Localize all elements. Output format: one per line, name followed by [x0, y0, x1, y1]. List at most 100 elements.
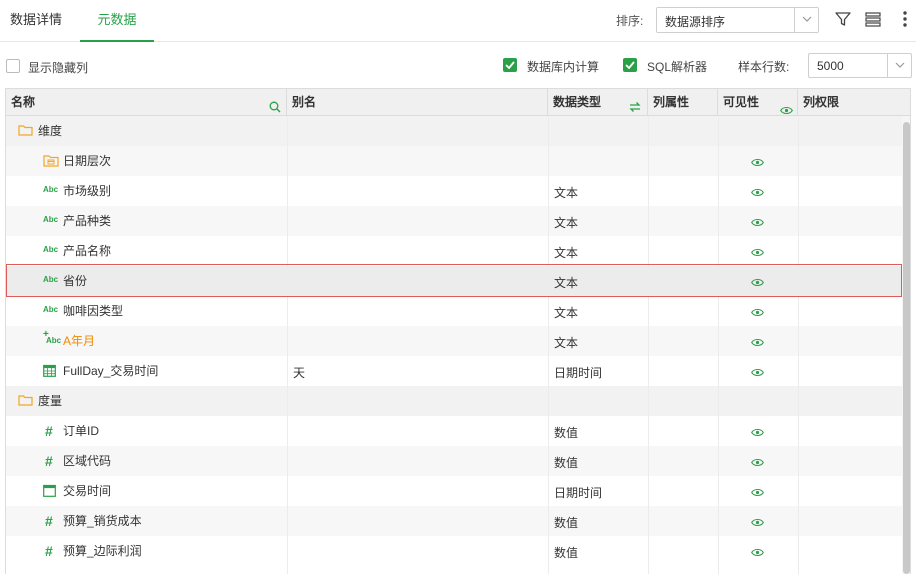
field-type[interactable]: 数值	[554, 506, 578, 536]
field-type[interactable]: 数值	[554, 416, 578, 446]
tab-metadata[interactable]: 元数据	[80, 0, 154, 42]
table-row[interactable]: # 预算_边际利润 数值	[6, 536, 902, 566]
db-calc-checkbox[interactable]	[503, 58, 517, 72]
field-name: 区域代码	[63, 454, 112, 468]
col-header-name-label: 名称	[11, 95, 36, 109]
field-name: 产品名称	[63, 244, 112, 258]
sql-parser-label: SQL解析器	[647, 60, 708, 74]
sql-parser-checkbox[interactable]	[623, 58, 637, 72]
field-name: 日期层次	[63, 154, 112, 168]
hash-icon: #	[45, 543, 53, 559]
scrollbar-thumb[interactable]	[903, 122, 910, 574]
abc-icon: Abc	[43, 275, 59, 284]
table-row[interactable]: 交易时间 日期时间	[6, 476, 902, 506]
more-vertical-icon[interactable]	[896, 10, 914, 28]
col-header-type[interactable]: 数据类型	[548, 89, 648, 116]
eye-icon[interactable]	[751, 546, 764, 560]
show-hidden-label: 显示隐藏列	[28, 61, 89, 75]
field-type[interactable]: 数值	[554, 446, 578, 476]
col-header-attr: 列属性	[648, 89, 718, 116]
sort-select-value: 数据源排序	[665, 15, 726, 29]
calc-abc-icon: + Abc	[43, 329, 62, 345]
abc-icon: Abc	[43, 305, 59, 314]
table-row[interactable]: # 订单ID 数值	[6, 416, 902, 446]
show-hidden-checkbox[interactable]	[6, 59, 20, 73]
eye-icon[interactable]	[751, 186, 764, 200]
table-row[interactable]: Abc 产品名称 文本	[6, 236, 902, 266]
field-type[interactable]: 文本	[554, 326, 578, 356]
field-type[interactable]: 日期时间	[554, 476, 602, 506]
table-row[interactable]: Abc 市场级别 文本	[6, 176, 902, 206]
field-type[interactable]: 文本	[554, 206, 578, 236]
field-name: 省份	[63, 274, 88, 288]
field-type[interactable]: 日期时间	[554, 356, 602, 386]
table-row[interactable]: 维度	[6, 116, 902, 146]
field-name: 度量	[38, 394, 63, 408]
table-row[interactable]: Abc 省份 文本	[6, 266, 902, 296]
chevron-down-icon[interactable]	[887, 54, 911, 77]
abc-icon: Abc	[43, 215, 59, 224]
folder-icon	[18, 124, 33, 139]
field-type[interactable]: 文本	[554, 236, 578, 266]
col-header-name[interactable]: 名称	[6, 89, 287, 116]
abc-icon: Abc	[43, 245, 59, 254]
field-name: 交易时间	[63, 484, 112, 498]
eye-icon[interactable]	[751, 426, 764, 440]
field-name: 预算_销货成本	[63, 514, 142, 528]
sort-select[interactable]: 数据源排序	[656, 7, 819, 33]
sample-rows-value: 5000	[817, 59, 844, 73]
field-type[interactable]: 文本	[554, 296, 578, 326]
column-divider	[648, 116, 649, 574]
field-name: 产品种类	[63, 214, 112, 228]
eye-icon[interactable]	[751, 306, 764, 320]
table-row[interactable]: + Abc A年月 文本	[6, 326, 902, 356]
table-row[interactable]: 度量	[6, 386, 902, 416]
eye-icon[interactable]	[751, 456, 764, 470]
field-name: A年月	[63, 334, 96, 348]
field-name: FullDay_交易时间	[63, 364, 159, 378]
col-header-visibility-label: 可见性	[723, 95, 760, 109]
eye-icon[interactable]	[751, 246, 764, 260]
eye-icon[interactable]	[751, 156, 764, 170]
table-row[interactable]: # 区域代码 数值	[6, 446, 902, 476]
list-view-icon[interactable]	[864, 10, 882, 28]
field-name: 预算_边际利润	[63, 544, 142, 558]
date-hierarchy-icon	[43, 154, 59, 170]
field-name: 咖啡因类型	[63, 304, 124, 318]
vertical-scrollbar[interactable]	[902, 116, 910, 574]
sample-rows-select[interactable]: 5000	[808, 53, 912, 78]
col-header-alias: 别名	[287, 89, 548, 116]
eye-icon[interactable]	[751, 516, 764, 530]
folder-icon	[18, 394, 33, 409]
table-row[interactable]: Abc 咖啡因类型 文本	[6, 296, 902, 326]
col-header-visibility[interactable]: 可见性	[718, 89, 798, 116]
tab-data-details[interactable]: 数据详情	[10, 0, 62, 42]
table-row[interactable]: # 预算_销货成本 数值	[6, 506, 902, 536]
field-alias[interactable]: 天	[293, 356, 305, 386]
field-name: 订单ID	[63, 424, 100, 438]
eye-icon[interactable]	[751, 216, 764, 230]
hash-icon: #	[45, 423, 53, 439]
field-type[interactable]: 数值	[554, 536, 578, 566]
eye-icon[interactable]	[751, 276, 764, 290]
top-bar: 数据详情 元数据 排序: 数据源排序	[0, 0, 916, 42]
sample-rows-label: 样本行数:	[738, 60, 790, 74]
column-divider	[798, 116, 799, 574]
eye-icon[interactable]	[751, 336, 764, 350]
column-divider	[287, 116, 288, 574]
table-row[interactable]: 日期层次	[6, 146, 902, 176]
filter-icon[interactable]	[834, 10, 852, 28]
eye-icon[interactable]	[751, 366, 764, 380]
abc-icon: Abc	[43, 185, 59, 194]
eye-icon[interactable]	[751, 486, 764, 500]
col-header-type-label: 数据类型	[553, 95, 602, 109]
field-type[interactable]: 文本	[554, 176, 578, 206]
field-name: 市场级别	[63, 184, 112, 198]
column-divider	[718, 116, 719, 574]
chevron-down-icon[interactable]	[794, 8, 818, 32]
table-row[interactable]: Abc 产品种类 文本	[6, 206, 902, 236]
field-type[interactable]: 文本	[554, 266, 578, 296]
hash-icon: #	[45, 453, 53, 469]
db-calc-label: 数据库内计算	[527, 60, 600, 74]
table-row[interactable]: FullDay_交易时间 天 日期时间	[6, 356, 902, 386]
